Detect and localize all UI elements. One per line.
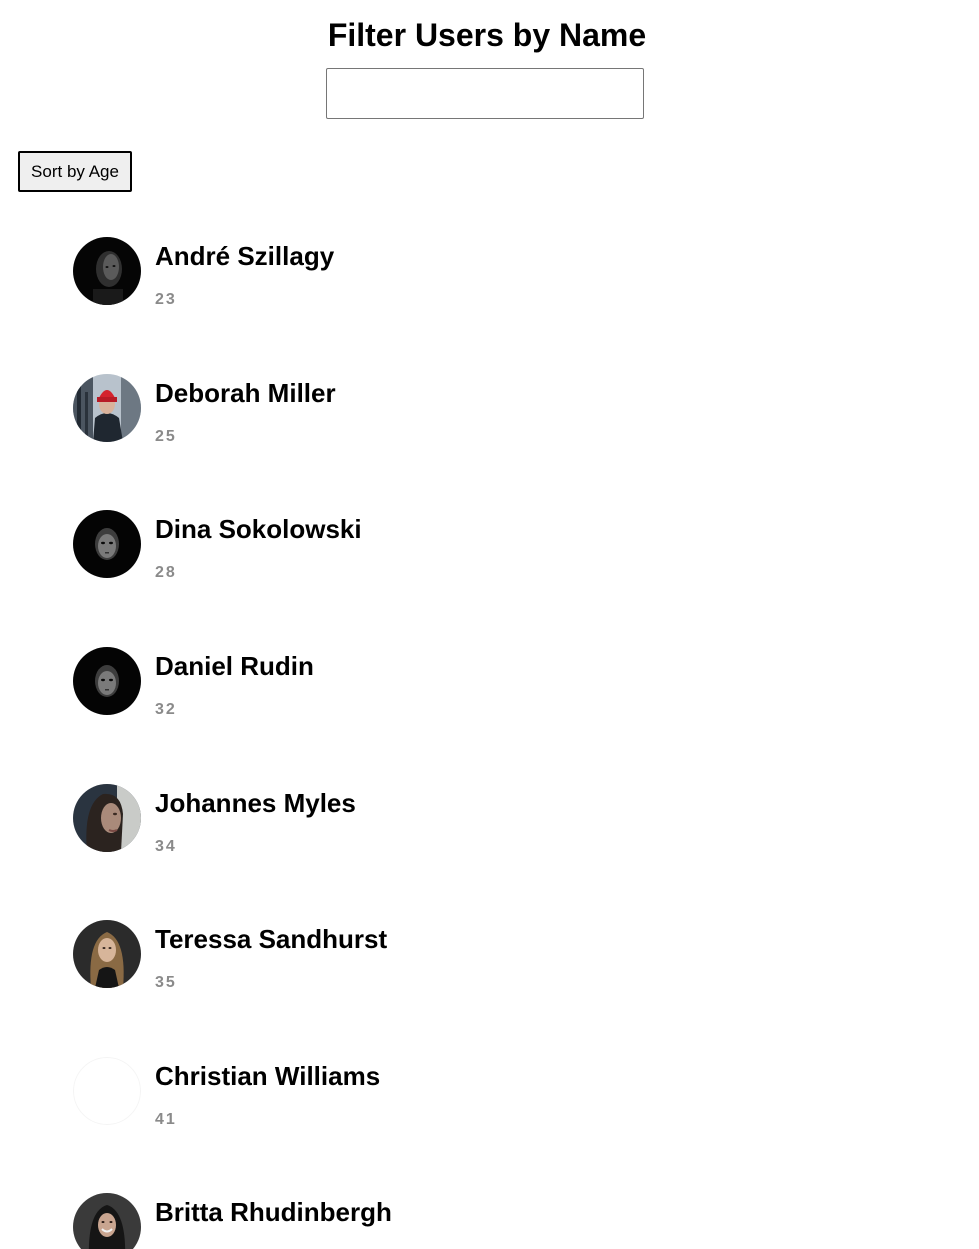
user-name: Johannes Myles bbox=[155, 788, 356, 818]
list-item[interactable]: Daniel Rudin 32 bbox=[73, 647, 773, 747]
user-name: Teressa Sandhurst bbox=[155, 924, 388, 954]
user-name: Britta Rhudinbergh bbox=[155, 1197, 392, 1227]
avatar bbox=[73, 1057, 141, 1125]
list-item[interactable]: Dina Sokolowski 28 bbox=[73, 510, 773, 610]
avatar bbox=[73, 920, 141, 988]
avatar bbox=[73, 647, 141, 715]
list-item[interactable]: Johannes Myles 34 bbox=[73, 784, 773, 884]
page-title: Filter Users by Name bbox=[327, 17, 647, 53]
name-filter-input[interactable] bbox=[326, 68, 644, 119]
user-age: 32 bbox=[155, 701, 177, 718]
list-item[interactable]: Deborah Miller 25 bbox=[73, 374, 773, 474]
user-name: André Szillagy bbox=[155, 241, 335, 271]
user-age: 28 bbox=[155, 564, 177, 581]
avatar bbox=[73, 784, 141, 852]
portrait-image bbox=[73, 920, 141, 988]
avatar bbox=[73, 510, 141, 578]
page: Filter Users by Name Sort by Age André S… bbox=[0, 0, 979, 1249]
user-age: 23 bbox=[155, 291, 177, 308]
portrait-image bbox=[73, 237, 141, 305]
user-name: Dina Sokolowski bbox=[155, 514, 362, 544]
list-item[interactable]: Britta Rhudinbergh bbox=[73, 1193, 773, 1249]
portrait-image bbox=[73, 647, 141, 715]
portrait-image bbox=[73, 1057, 141, 1125]
user-name: Christian Williams bbox=[155, 1061, 381, 1091]
portrait-image bbox=[73, 784, 141, 852]
portrait-image bbox=[73, 374, 141, 442]
portrait-image bbox=[73, 1193, 141, 1249]
portrait-image bbox=[73, 510, 141, 578]
user-age: 34 bbox=[155, 838, 177, 855]
sort-by-age-button[interactable]: Sort by Age bbox=[18, 151, 132, 192]
user-name: Deborah Miller bbox=[155, 378, 336, 408]
list-item[interactable]: Christian Williams 41 bbox=[73, 1057, 773, 1157]
user-age: 25 bbox=[155, 428, 177, 445]
list-item[interactable]: André Szillagy 23 bbox=[73, 237, 773, 337]
avatar bbox=[73, 1193, 141, 1249]
user-age: 41 bbox=[155, 1111, 177, 1128]
user-age: 35 bbox=[155, 974, 177, 991]
user-name: Daniel Rudin bbox=[155, 651, 314, 681]
avatar bbox=[73, 374, 141, 442]
list-item[interactable]: Teressa Sandhurst 35 bbox=[73, 920, 773, 1020]
avatar bbox=[73, 237, 141, 305]
